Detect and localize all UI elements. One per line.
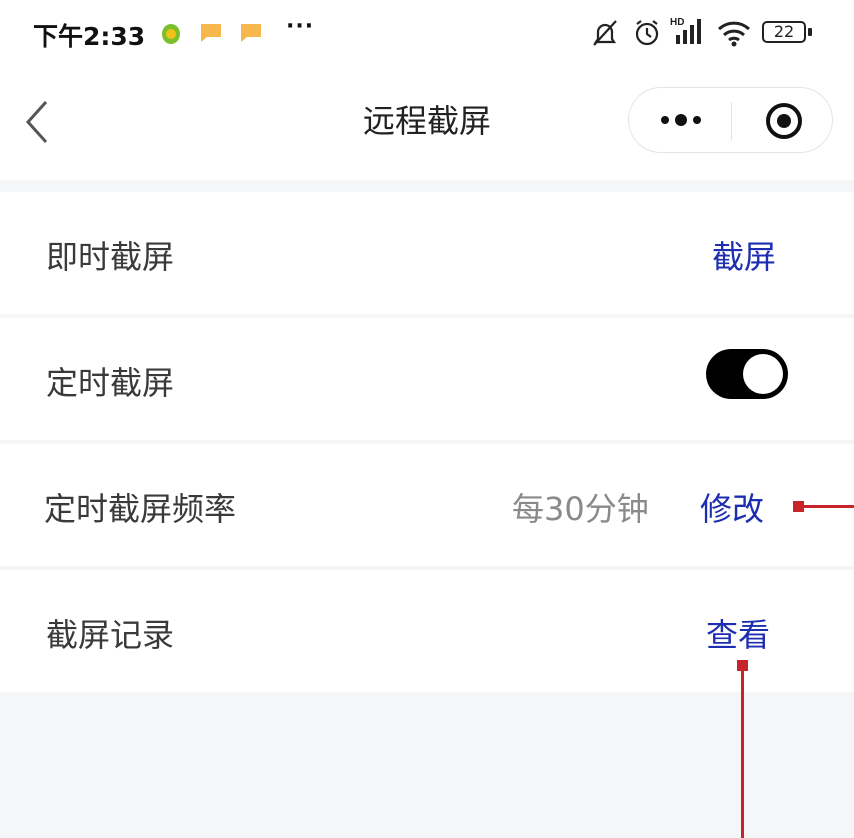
target-icon[interactable] [765, 102, 803, 140]
row-label: 定时截屏频率 [44, 490, 237, 528]
status-bar: 下午2:33 ··· HD 22 [0, 0, 854, 68]
mute-bell-icon [593, 20, 617, 46]
row-screenshot-records: 截屏记录 查看 [0, 570, 854, 692]
lotus-app-icon [162, 24, 180, 44]
status-more-icon: ··· [286, 14, 315, 39]
view-button[interactable]: 查看 [706, 610, 770, 656]
mini-program-capsule [628, 87, 833, 153]
screenshot-button[interactable]: 截屏 [712, 232, 776, 278]
annotation-line [741, 665, 744, 838]
battery-level: 22 [773, 22, 795, 41]
row-scheduled-screenshot: 定时截屏 [0, 318, 854, 440]
message-icon [241, 24, 261, 42]
row-instant-screenshot: 即时截屏 截屏 [0, 192, 854, 314]
frequency-value: 每30分钟 [512, 490, 649, 528]
modify-button[interactable]: 修改 [700, 484, 764, 530]
battery-icon: 22 [762, 21, 812, 45]
hd-signal-icon: HD [670, 17, 701, 44]
capsule-divider [731, 102, 732, 140]
svg-text:HD: HD [670, 17, 684, 28]
more-dots-icon[interactable] [659, 110, 703, 130]
message-icon [201, 24, 221, 42]
alarm-icon [635, 20, 659, 46]
annotation-marker [793, 501, 804, 512]
toggle-knob [743, 354, 783, 394]
wifi-icon [717, 21, 751, 47]
status-time: 下午2:33 [33, 22, 146, 51]
row-label: 截屏记录 [46, 616, 175, 654]
scheduled-screenshot-toggle[interactable] [706, 349, 788, 399]
annotation-line [798, 505, 854, 508]
row-label: 即时截屏 [46, 238, 175, 276]
annotation-marker [737, 660, 748, 671]
row-screenshot-frequency: 定时截屏频率 每30分钟 修改 [0, 444, 854, 566]
row-label: 定时截屏 [46, 364, 175, 402]
nav-bar: 远程截屏 [0, 68, 854, 180]
